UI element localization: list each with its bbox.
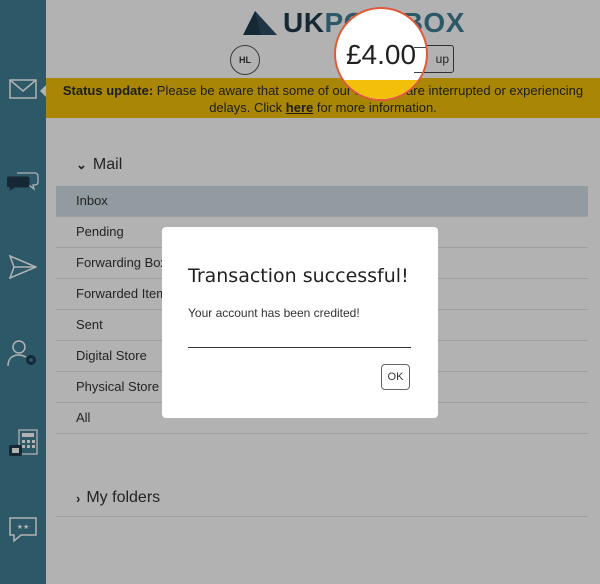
dialog-title: Transaction successful!	[188, 265, 409, 287]
account-balance: £4.00	[345, 39, 417, 70]
balance-highlight: £4.00	[334, 7, 428, 101]
ok-button[interactable]: OK	[381, 364, 410, 390]
success-dialog: Transaction successful! Your account has…	[162, 227, 438, 418]
banner-fragment	[336, 80, 426, 99]
dialog-divider	[188, 347, 411, 348]
dialog-message: Your account has been credited!	[188, 306, 360, 320]
